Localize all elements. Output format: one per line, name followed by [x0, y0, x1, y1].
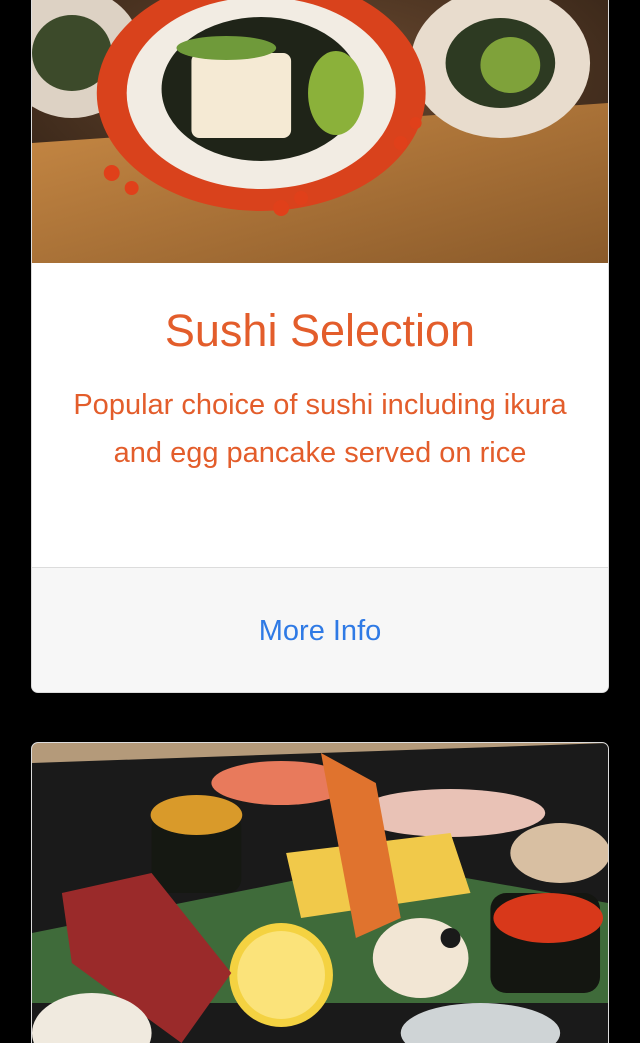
- nigiri-platter-image: [32, 743, 608, 1043]
- card-footer: More Info: [32, 568, 608, 692]
- page: Sushi Selection Popular choice of sushi …: [0, 0, 640, 1043]
- sushi-roll-photo: [32, 0, 608, 263]
- nigiri-platter-photo: [32, 743, 608, 1043]
- menu-card-sushi-selection: Sushi Selection Popular choice of sushi …: [31, 0, 609, 693]
- menu-card-nigiri-platter: [31, 742, 609, 1043]
- sushi-roll-image: [32, 0, 608, 263]
- card-description: Popular choice of sushi including ikura …: [73, 389, 567, 469]
- card-title: Sushi Selection: [164, 305, 476, 356]
- card-body: Sushi Selection Popular choice of sushi …: [32, 263, 608, 568]
- more-info-link[interactable]: More Info: [259, 615, 382, 648]
